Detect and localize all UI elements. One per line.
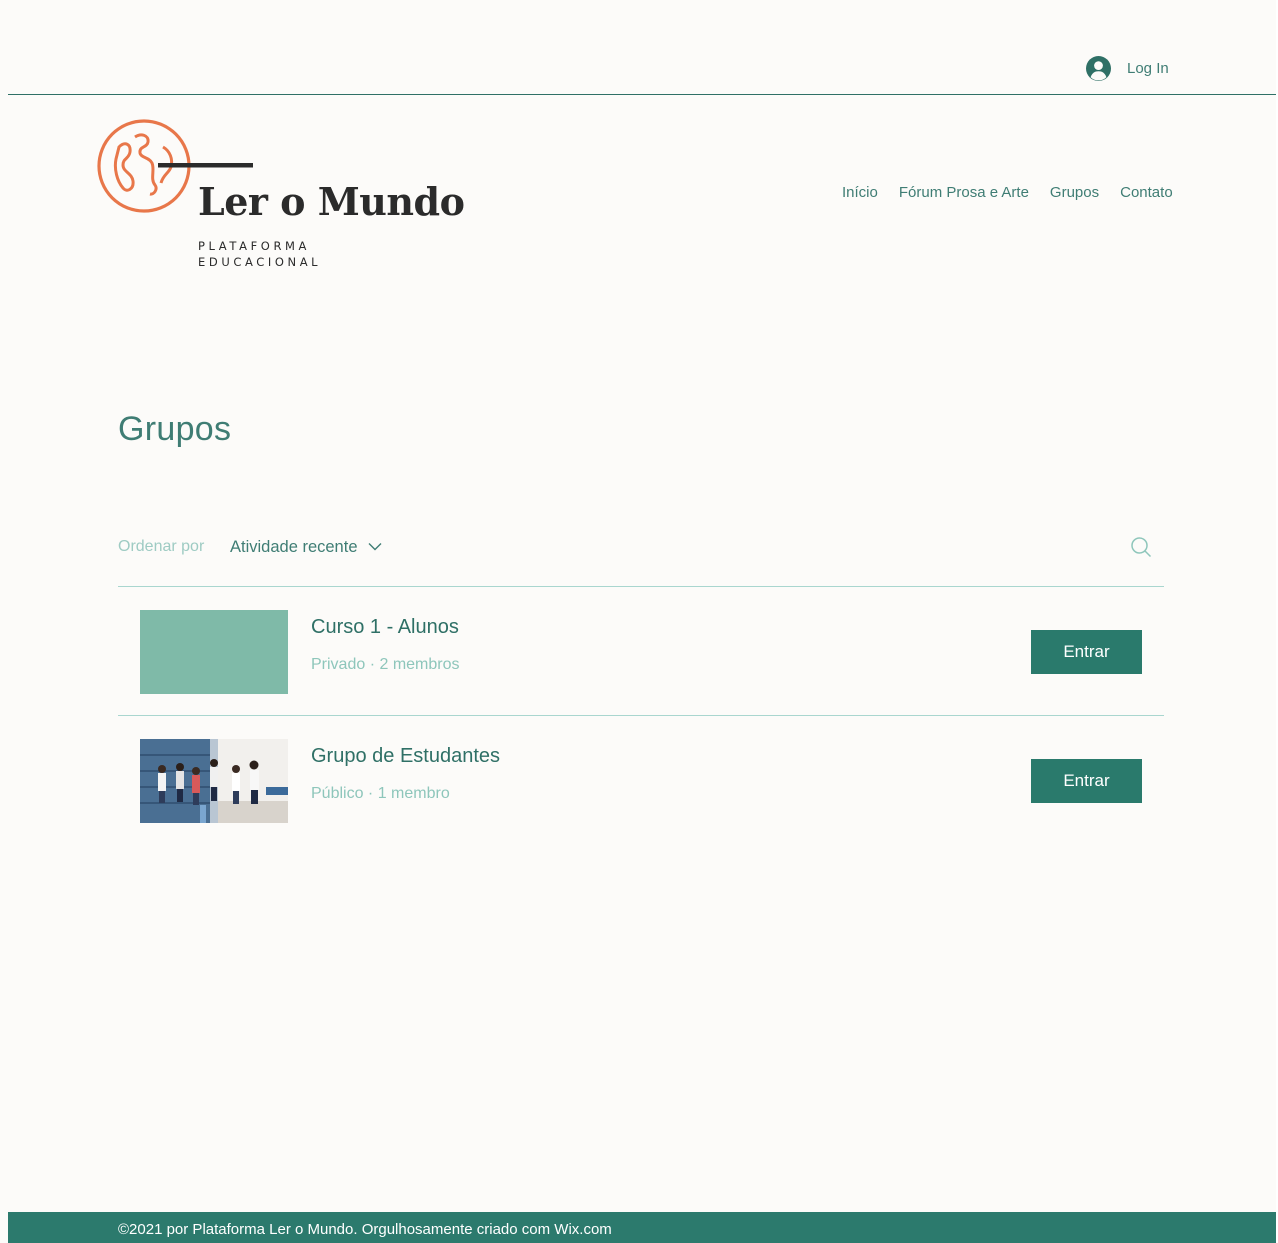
sort-dropdown[interactable]: Atividade recente <box>230 536 382 557</box>
group-meta: Privado · 2 membros <box>311 656 460 673</box>
user-avatar-icon <box>1086 55 1111 81</box>
footer-text: ©2021 por Plataforma Ler o Mundo. Orgulh… <box>118 1221 612 1238</box>
sort-bar: Ordenar por Atividade recente <box>118 536 1164 560</box>
join-group-button[interactable]: Entrar <box>1031 630 1142 674</box>
sort-value: Atividade recente <box>230 538 358 556</box>
page-title: Grupos <box>118 410 232 448</box>
list-divider <box>118 715 1164 716</box>
search-icon[interactable] <box>1130 536 1152 558</box>
page: Log In Ler o Mundo PLATAFORMA EDUCACIONA… <box>0 0 1278 1243</box>
site-logo[interactable]: Ler o Mundo PLATAFORMA EDUCACIONAL <box>97 117 465 277</box>
chevron-down-icon <box>368 543 381 551</box>
login-label: Log In <box>1127 59 1169 77</box>
students-photo-image <box>140 739 288 823</box>
top-bar: Log In <box>0 0 1276 95</box>
header-divider <box>8 94 1276 95</box>
nav-item-grupos[interactable]: Grupos <box>1050 184 1099 201</box>
footer: ©2021 por Plataforma Ler o Mundo. Orgulh… <box>8 1212 1276 1243</box>
group-thumbnail[interactable] <box>140 610 288 694</box>
group-name[interactable]: Grupo de Estudantes <box>311 745 500 768</box>
group-row-estudantes: Grupo de Estudantes Público · 1 membro E… <box>118 717 1164 845</box>
group-name[interactable]: Curso 1 - Alunos <box>311 616 459 639</box>
group-meta: Público · 1 membro <box>311 785 450 802</box>
main-nav: Início Fórum Prosa e Arte Grupos Contato <box>842 184 1173 201</box>
list-divider <box>118 586 1164 587</box>
group-row-curso-1: Curso 1 - Alunos Privado · 2 membros Ent… <box>118 588 1164 716</box>
join-group-button[interactable]: Entrar <box>1031 759 1142 803</box>
logo-subtitle-line2: EDUCACIONAL <box>198 255 322 269</box>
sort-label: Ordenar por <box>118 538 205 555</box>
logo-title: Ler o Mundo <box>198 179 465 224</box>
logo-subtitle: PLATAFORMA EDUCACIONAL <box>198 238 321 270</box>
nav-item-forum[interactable]: Fórum Prosa e Arte <box>899 184 1029 201</box>
login-button[interactable]: Log In <box>1086 55 1169 81</box>
group-thumbnail[interactable] <box>140 739 288 823</box>
nav-item-contato[interactable]: Contato <box>1120 184 1173 201</box>
logo-subtitle-line1: PLATAFORMA <box>198 239 311 253</box>
nav-item-inicio[interactable]: Início <box>842 184 878 201</box>
